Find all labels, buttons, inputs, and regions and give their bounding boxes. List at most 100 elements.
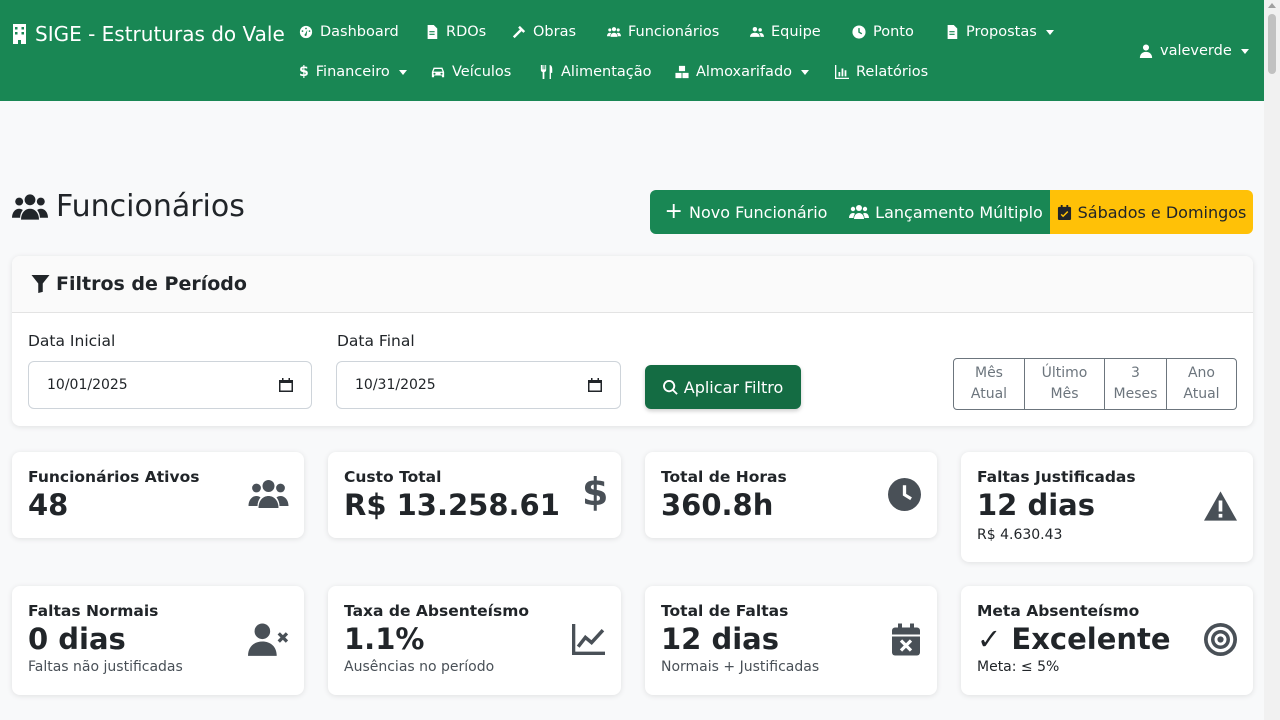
file-icon [427, 25, 438, 39]
stat-value: ✓ Excelente [977, 622, 1171, 656]
stat-label: Funcionários Ativos [28, 468, 200, 486]
hammer-icon [512, 25, 526, 39]
nav-label: Ponto [873, 24, 914, 40]
stat-value: 0 dias [28, 622, 126, 656]
stat-card-active-employees: Funcionários Ativos 48 [12, 452, 304, 538]
nav-relatorios[interactable]: Relatórios [835, 64, 928, 80]
dollar-icon: $ [582, 470, 609, 514]
utensils-icon [540, 65, 553, 79]
page-scrollbar[interactable] [1264, 0, 1280, 720]
nav-label: Equipe [771, 24, 821, 40]
nav-propostas-dropdown[interactable]: Propostas [945, 24, 1054, 40]
warning-icon [1204, 491, 1237, 521]
stat-label: Total de Faltas [661, 602, 789, 620]
end-date-input[interactable]: 10/31/2025 [336, 361, 621, 409]
nav-ponto[interactable]: Ponto [852, 24, 914, 40]
range-label-line: Atual [1183, 386, 1220, 402]
calendar-icon[interactable] [279, 378, 293, 392]
apply-filter-button[interactable]: Aplicar Filtro [645, 365, 801, 409]
nav-label: Obras [533, 24, 577, 40]
nav-financeiro-dropdown[interactable]: $ Financeiro [299, 64, 407, 80]
nav-label: RDOs [446, 24, 487, 40]
stat-value: 360.8h [661, 488, 774, 522]
stat-subtext: Meta: ≤ 5% [977, 659, 1060, 675]
target-icon [1204, 623, 1237, 656]
nav-alimentacao[interactable]: Alimentação [540, 64, 652, 80]
nav-almoxarifado-dropdown[interactable]: Almoxarifado [675, 64, 810, 80]
range-current-month-button[interactable]: Mês Atual [954, 359, 1025, 409]
stat-card-absenteeism-rate: Taxa de Absenteísmo 1.1% Ausências no pe… [328, 586, 621, 695]
user-remove-icon [248, 623, 289, 656]
weekends-button[interactable]: Sábados e Domingos [1050, 190, 1253, 234]
next-section-edge [12, 715, 1253, 720]
nav-label: Financeiro [315, 64, 390, 80]
dollar-icon: $ [299, 64, 309, 80]
range-3-months-button[interactable]: 3 Meses [1105, 359, 1167, 409]
multi-entry-button[interactable]: Lançamento Múltiplo [842, 190, 1050, 234]
button-label: Aplicar Filtro [683, 377, 784, 397]
range-label-line: 3 [1131, 365, 1140, 381]
stat-label: Taxa de Absenteísmo [344, 602, 530, 620]
username: valeverde [1160, 43, 1232, 59]
page-title: Funcionários [12, 189, 245, 224]
filter-title: Filtros de Período [56, 273, 247, 295]
nav-label: Almoxarifado [696, 64, 793, 80]
calendar-x-icon [892, 623, 920, 656]
range-current-year-button[interactable]: Ano Atual [1167, 359, 1236, 409]
user-menu-dropdown[interactable]: valeverde [1139, 43, 1249, 59]
clock-icon [888, 478, 921, 511]
range-label-line: Ano [1187, 365, 1215, 381]
chevron-down-icon [1240, 48, 1249, 54]
users-icon [12, 193, 48, 220]
range-label-line: Atual [970, 386, 1008, 402]
boxes-icon [675, 65, 689, 79]
stat-label: Faltas Justificadas [977, 468, 1136, 486]
nav-dashboard[interactable]: Dashboard [299, 24, 399, 40]
quick-range-group: Mês Atual Último Mês 3 Meses Ano Atual [953, 358, 1237, 410]
range-last-month-button[interactable]: Último Mês [1025, 359, 1105, 409]
filter-card-header: Filtros de Período [12, 256, 1253, 313]
nav-funcionarios[interactable]: Funcionários [607, 24, 719, 40]
calendar-icon[interactable] [588, 378, 602, 392]
stat-value: 12 dias [661, 622, 779, 656]
nav-equipe[interactable]: Equipe [750, 24, 821, 40]
chevron-down-icon [801, 69, 810, 75]
end-date-label: Data Final [337, 332, 415, 350]
chevron-down-icon [398, 69, 407, 75]
nav-label: Alimentação [561, 64, 652, 80]
button-label: Lançamento Múltiplo [875, 202, 1043, 222]
brand-link[interactable]: SIGE - Estruturas do Vale [12, 22, 285, 46]
stat-value: 1.1% [344, 622, 425, 656]
stat-card-total-absences: Total de Faltas 12 dias Normais + Justif… [645, 586, 937, 695]
stat-subtext: Faltas não justificadas [28, 659, 183, 675]
search-icon [662, 379, 678, 395]
file-icon [947, 25, 958, 39]
nav-obras[interactable]: Obras [512, 24, 576, 40]
start-date-input[interactable]: 10/01/2025 [28, 361, 312, 409]
user-icon [1139, 44, 1153, 58]
dashboard-icon [299, 25, 313, 39]
chevron-down-icon [1045, 29, 1054, 35]
users-icon [248, 480, 289, 508]
clock-icon [852, 25, 866, 39]
users-icon [849, 205, 870, 219]
stat-card-normal-absences: Faltas Normais 0 dias Faltas não justifi… [12, 586, 304, 695]
stat-value: R$ 13.258.61 [344, 488, 560, 522]
calendar-check-icon [1057, 204, 1071, 220]
stat-card-justified-absences: Faltas Justificadas 12 dias R$ 4.630.43 [961, 452, 1253, 562]
button-label: Sábados e Domingos [1077, 202, 1247, 222]
stat-subtext: Normais + Justificadas [661, 659, 820, 675]
stat-value: 12 dias [977, 488, 1095, 522]
nav-label: Veículos [452, 64, 512, 80]
start-date-label: Data Inicial [28, 332, 116, 350]
new-employee-button[interactable]: + Novo Funcionário [650, 190, 842, 234]
scroll-up-arrow-icon[interactable] [1268, 3, 1276, 8]
nav-rdos[interactable]: RDOs [425, 24, 486, 40]
users-icon [607, 27, 621, 37]
nav-label: Propostas [966, 24, 1037, 40]
plus-icon: + [664, 199, 683, 224]
scroll-thumb[interactable] [1268, 14, 1276, 74]
top-navbar: SIGE - Estruturas do Vale Dashboard RDOs… [0, 0, 1264, 101]
range-label-line: Mês [974, 365, 1003, 381]
nav-veiculos[interactable]: Veículos [431, 64, 511, 80]
